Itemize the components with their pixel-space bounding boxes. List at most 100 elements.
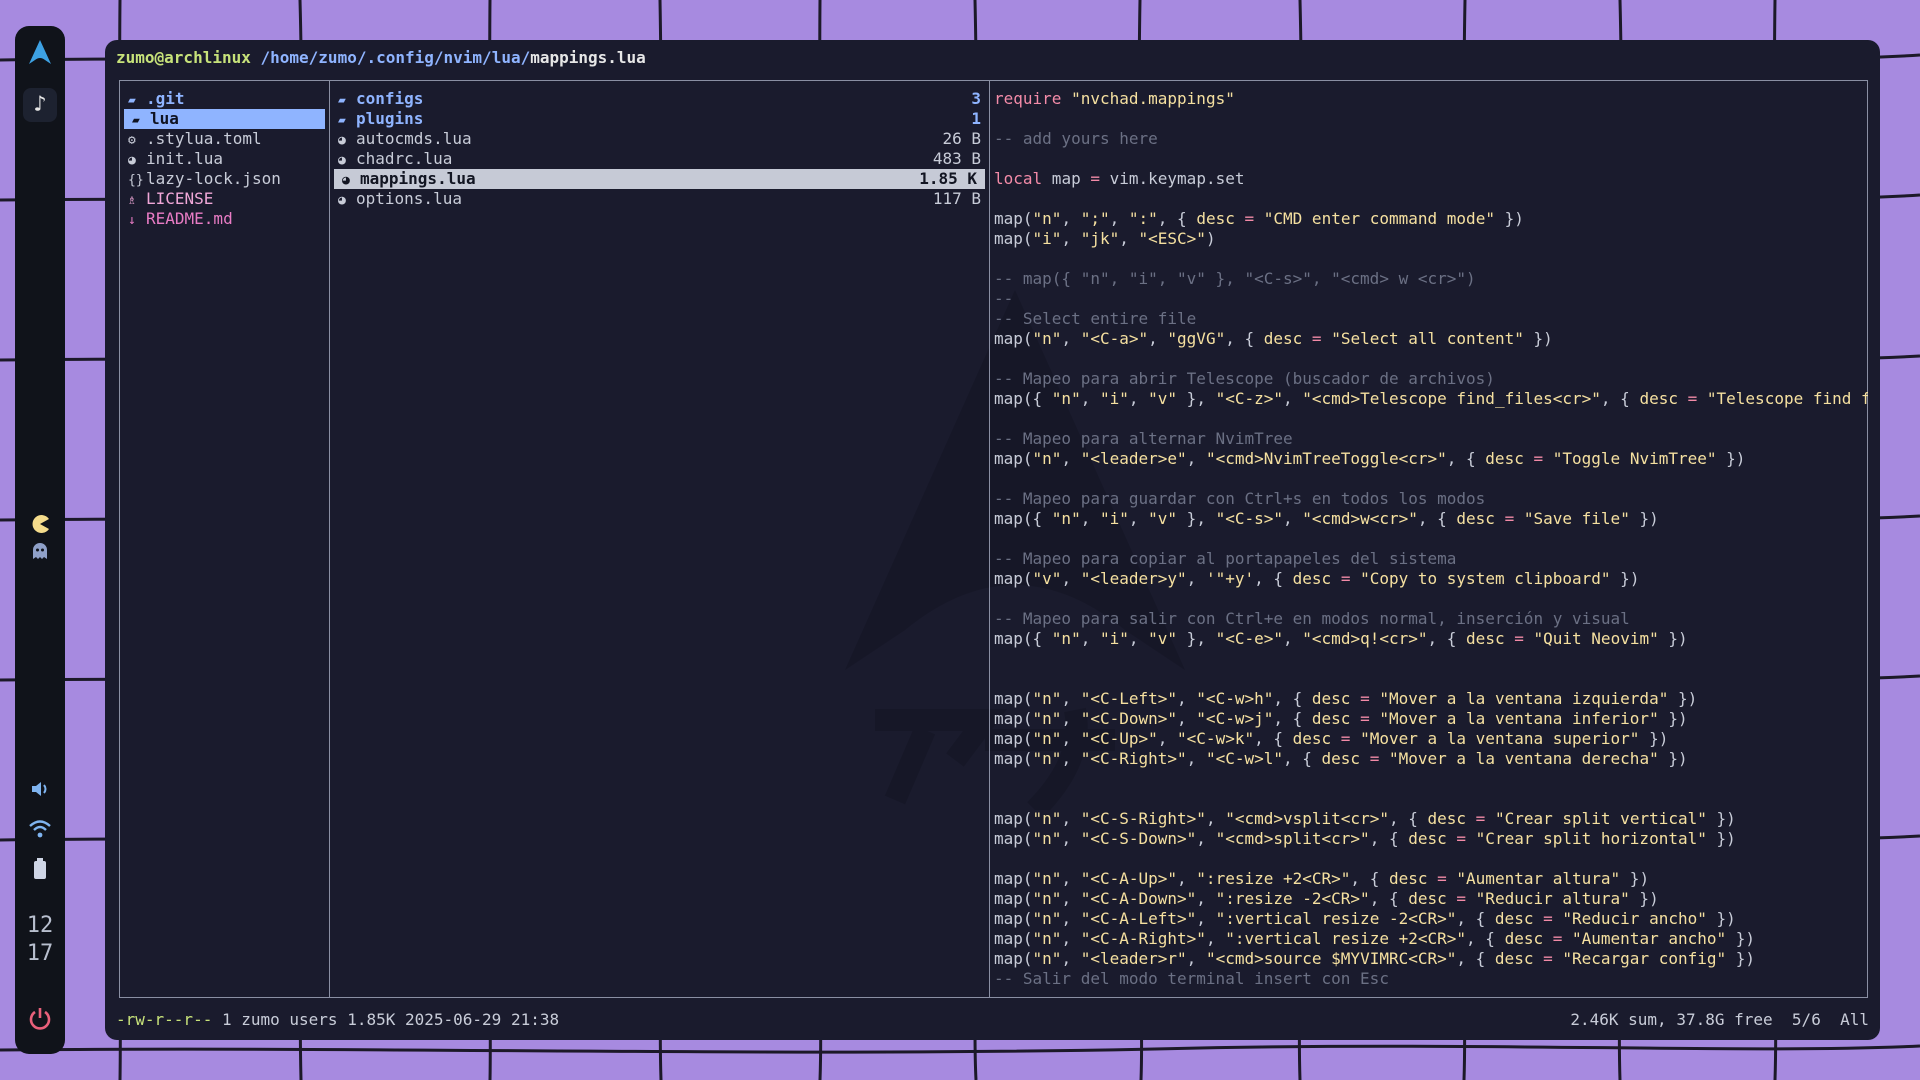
code-line: map("n", "<C-Right>", "<C-w>l", { desc =… <box>994 749 1688 768</box>
arch-logo-icon[interactable] <box>15 38 65 70</box>
pacman-icon[interactable] <box>15 514 65 538</box>
title-bar: zumo@archlinux /home/zumo/.config/nvim/l… <box>116 48 646 68</box>
side-panel: ♪ 12 17 <box>15 26 65 1054</box>
file-name: LICENSE <box>146 189 214 208</box>
json-icon: {} <box>128 173 144 188</box>
license-icon: ♗ <box>128 193 136 208</box>
current-directory-pane: ▰ configs 3 ▰ plugins 1 ◕ autocmds.lua 26 B ◕ chad… <box>330 81 990 997</box>
file-name: options.lua <box>356 189 462 208</box>
file-name: lazy-lock.json <box>146 169 281 188</box>
code-line: map("n", "<C-A-Right>", ":vertical resiz… <box>994 929 1756 948</box>
lua-icon: ◕ <box>342 173 350 188</box>
code-line: map({ "n", "i", "v" }, "<C-s>", "<cmd>w<… <box>994 509 1659 528</box>
terminal-window[interactable]: zumo@archlinux /home/zumo/.config/nvim/l… <box>105 40 1880 1040</box>
file-name: plugins <box>356 109 424 128</box>
scroll-indicator: All <box>1840 1010 1869 1029</box>
file-entry[interactable]: ⚙ .stylua.toml <box>120 129 329 149</box>
file-entry[interactable]: ↓ README.md <box>120 209 329 229</box>
user-host: zumo@archlinux <box>116 48 251 67</box>
folder-icon: ▰ <box>338 93 346 108</box>
volume-icon[interactable] <box>15 778 65 804</box>
cursor-position: 5/6 <box>1791 1010 1821 1029</box>
code-line: -- map({ "n", "i", "v" }, "<C-s>", "<cmd… <box>994 269 1476 288</box>
file-entry[interactable]: ◕ autocmds.lua 26 B <box>330 129 989 149</box>
code-line: map("n", "<leader>e", "<cmd>NvimTreeTogg… <box>994 449 1746 468</box>
code-line: -- Mapeo para guardar con Ctrl+s en todo… <box>994 489 1486 508</box>
code-line: map("n", "<leader>r", "<cmd>source $MYVI… <box>994 949 1756 968</box>
code-line: map({ "n", "i", "v" }, "<C-z>", "<cmd>Te… <box>994 389 1868 408</box>
file-size: 3 <box>971 89 981 108</box>
code-line: map("n", "<C-A-Left>", ":vertical resize… <box>994 909 1736 928</box>
file-name: .git <box>146 89 185 108</box>
file-entry[interactable]: ♗ LICENSE <box>120 189 329 209</box>
ghost-icon[interactable] <box>15 542 65 564</box>
file-entry[interactable]: ▰ configs 3 <box>330 89 989 109</box>
code-line: -- Mapeo para salir con Ctrl+e en modos … <box>994 609 1630 628</box>
lua-icon: ◕ <box>338 193 346 208</box>
code-line: map("i", "jk", "<ESC>") <box>994 229 1216 248</box>
file-size: 1 <box>971 109 981 128</box>
folder-icon: ▰ <box>338 113 346 128</box>
code-line: -- Salir del modo terminal insert con Es… <box>994 969 1389 988</box>
file-entry[interactable]: ▰ .git <box>120 89 329 109</box>
file-name: chadrc.lua <box>356 149 453 168</box>
code-line: -- Mapeo para abrir Telescope (buscador … <box>994 369 1495 388</box>
file-entry[interactable]: ◕ options.lua 117 B <box>330 189 989 209</box>
file-entry[interactable]: ◕ chadrc.lua 483 B <box>330 149 989 169</box>
current-path: /home/zumo/.config/nvim/lua/ <box>260 48 531 67</box>
battery-icon[interactable] <box>15 858 65 884</box>
file-entry[interactable]: ▰ lua <box>124 109 325 129</box>
power-icon[interactable] <box>15 1006 65 1036</box>
parent-directory-pane: ▰ .git ▰ lua ⚙ .stylua.toml ◕ init.lua{} lazy-lo… <box>120 81 330 997</box>
current-file: mappings.lua <box>530 48 646 67</box>
file-size: 26 B <box>942 129 981 148</box>
gear-icon: ⚙ <box>128 133 136 148</box>
code-line: map("n", "<C-S-Down>", "<cmd>split<cr>",… <box>994 829 1736 848</box>
code-line: map("n", "<C-Down>", "<C-w>j", { desc = … <box>994 709 1688 728</box>
file-entry[interactable]: ◕ mappings.lua 1.85 K <box>334 169 985 189</box>
code-line: map("v", "<leader>y", '"+y', { desc = "C… <box>994 569 1640 588</box>
file-size: 483 B <box>932 149 981 168</box>
file-entry[interactable]: {} lazy-lock.json <box>120 169 329 189</box>
file-name: mappings.lua <box>360 169 476 188</box>
file-name: .stylua.toml <box>146 129 262 148</box>
code-line: map("n", "<C-A-Up>", ":resize +2<CR>", {… <box>994 869 1650 888</box>
status-bar: -rw-r--r-- 1 zumo users 1.85K 2025-06-29… <box>116 1010 1869 1030</box>
lua-icon: ◕ <box>338 153 346 168</box>
code-line: -- Mapeo para copiar al portapapeles del… <box>994 549 1457 568</box>
code-line: require "nvchad.mappings" <box>994 89 1235 108</box>
file-manager: ▰ .git ▰ lua ⚙ .stylua.toml ◕ init.lua{} lazy-lo… <box>119 80 1868 998</box>
file-name: init.lua <box>146 149 224 168</box>
wifi-icon[interactable] <box>15 818 65 844</box>
file-permissions: -rw-r--r-- <box>116 1010 213 1029</box>
file-name: autocmds.lua <box>356 129 472 148</box>
code-line: -- Mapeo para alternar NvimTree <box>994 429 1293 448</box>
markdown-icon: ↓ <box>128 213 136 228</box>
file-name: README.md <box>146 209 233 228</box>
music-note-icon[interactable]: ♪ <box>15 88 65 122</box>
preview-pane: require "nvchad.mappings" -- add yours h… <box>990 81 1868 997</box>
clock-hour: 12 <box>26 913 54 938</box>
file-size: 1.85 K <box>919 169 977 188</box>
clock-minute: 17 <box>26 941 54 966</box>
code-line: -- <box>994 289 1014 308</box>
file-entry[interactable]: ◕ init.lua <box>120 149 329 169</box>
file-entry[interactable]: ▰ plugins 1 <box>330 109 989 129</box>
code-line: local map = vim.keymap.set <box>994 169 1245 188</box>
disk-usage: 2.46K sum, 37.8G free <box>1570 1010 1773 1029</box>
code-line: map("n", ";", ":", { desc = "CMD enter c… <box>994 209 1524 228</box>
folder-git-icon: ▰ <box>128 93 136 108</box>
code-line: map("n", "<C-Left>", "<C-w>h", { desc = … <box>994 689 1698 708</box>
file-size: 117 B <box>932 189 981 208</box>
